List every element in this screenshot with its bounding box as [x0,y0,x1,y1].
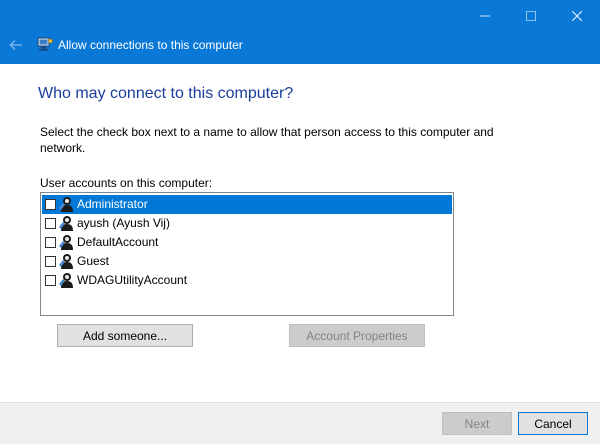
account-name: WDAGUtilityAccount [77,273,188,287]
title-bar[interactable]: Allow connections to this computer [0,0,600,64]
maximize-icon [526,11,536,21]
user-account-icon [59,216,73,231]
account-checkbox[interactable] [45,218,56,229]
instruction-text: Select the check box next to a name to a… [40,125,494,155]
account-name: DefaultAccount [77,235,159,249]
back-button[interactable] [6,36,26,54]
user-account-icon [59,254,73,269]
account-checkbox[interactable] [45,275,56,286]
account-name: ayush (Ayush Vij) [77,216,170,230]
close-button[interactable] [554,0,600,32]
user-account-icon [59,197,73,212]
account-name: Guest [77,254,110,268]
maximize-button[interactable] [508,0,554,32]
account-checkbox[interactable] [45,237,56,248]
add-someone-button[interactable]: Add someone... [57,324,193,347]
close-icon [572,11,582,21]
list-item[interactable]: WDAGUtilityAccount [42,271,452,290]
list-item[interactable]: Administrator [42,195,452,214]
list-item[interactable]: ayush (Ayush Vij) [42,214,452,233]
list-item[interactable]: Guest [42,252,452,271]
user-accounts-label: User accounts on this computer: [40,176,213,190]
cancel-button[interactable]: Cancel [518,412,588,435]
minimize-icon [480,15,490,17]
account-checkbox[interactable] [45,199,56,210]
account-properties-button[interactable]: Account Properties [289,324,425,347]
dialog-window: Allow connections to this computer Who m… [0,0,600,444]
back-arrow-icon [9,40,22,50]
user-account-icon [59,273,73,288]
account-name: Administrator [77,197,148,211]
user-accounts-list[interactable]: Administrator ayush (Ayush Vij) DefaultA… [40,192,454,316]
account-checkbox[interactable] [45,256,56,267]
page-heading: Who may connect to this computer? [38,85,294,102]
user-account-icon [59,235,73,250]
network-computer-icon [37,37,53,51]
minimize-button[interactable] [462,0,508,32]
list-item[interactable]: DefaultAccount [42,233,452,252]
next-button[interactable]: Next [442,412,512,435]
window-title: Allow connections to this computer [58,38,243,52]
